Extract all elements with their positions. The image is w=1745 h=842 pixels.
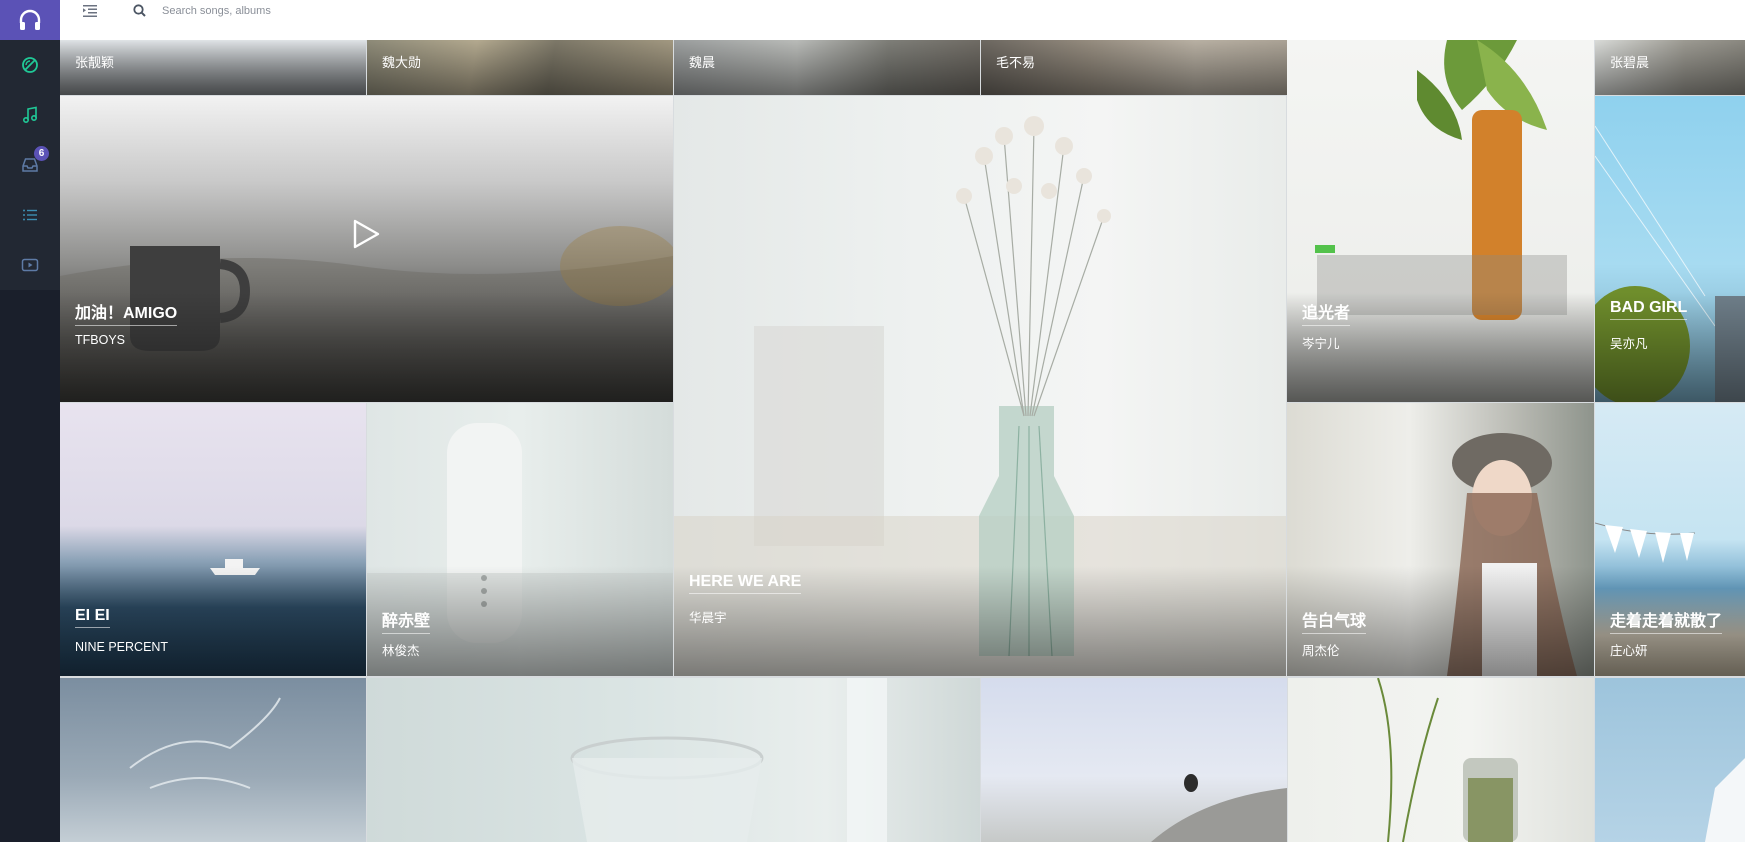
artist-tile[interactable]: 张碧晨 [1595,40,1745,95]
song-title[interactable]: BAD GIRL [1610,299,1688,320]
plant-jar-illustration [1377,678,1518,842]
menu-toggle-button[interactable] [77,0,103,22]
album-tile[interactable] [367,678,980,842]
featured-tile[interactable]: 走着走着就散了 庄心妍 [1595,403,1745,676]
album-grid: 张靓颖 魏大勋 魏晨 毛不易 张碧晨 加油！AMIGO TFBOYS HERE … [60,40,1745,842]
top-bar [60,0,1745,40]
song-title[interactable]: EI EI [75,607,110,628]
album-tile[interactable] [1288,678,1594,842]
glass-illustration [570,678,887,842]
brand-logo[interactable] [0,0,60,40]
seaside-illustration [1151,774,1287,842]
sidebar-item-inbox[interactable] [0,140,60,190]
song-artist[interactable]: TFBOYS [75,333,125,347]
sidebar: 6 [0,0,60,842]
sidebar-item-music[interactable] [0,90,60,140]
sidebar-item-discover[interactable] [0,40,60,90]
featured-tile[interactable]: 追光者 岑宁儿 [1287,40,1594,402]
song-title[interactable]: HERE WE ARE [689,573,802,594]
artist-label: 毛不易 [996,55,1036,70]
song-title[interactable]: 醉赤壁 [382,607,431,634]
sidebar-nav: 6 [0,40,60,290]
artist-label: 魏大勋 [382,55,422,70]
headphones-icon [19,9,41,30]
featured-tile[interactable]: EI EI NINE PERCENT [60,403,366,676]
tile-shade [674,40,980,95]
featured-tile[interactable]: 醉赤壁 林俊杰 [367,403,673,676]
music-note-icon [22,106,38,124]
artist-tile[interactable]: 张靓颖 [60,40,366,95]
artist-tile[interactable]: 魏大勋 [367,40,673,95]
sidebar-item-video[interactable] [0,240,60,290]
song-artist[interactable]: 庄心妍 [1610,640,1648,659]
song-artist[interactable]: 华晨宇 [689,607,727,626]
artist-tile[interactable]: 毛不易 [981,40,1287,95]
discover-icon [22,57,38,73]
play-icon[interactable] [352,218,382,250]
song-artist[interactable]: 岑宁儿 [1302,333,1340,352]
song-artist[interactable]: 吴亦凡 [1610,333,1648,352]
song-artist[interactable]: NINE PERCENT [75,640,168,654]
song-title[interactable]: 加油！AMIGO [75,299,178,326]
search-icon[interactable] [132,3,148,19]
search-input[interactable] [162,2,332,20]
calligraphy-illustration [129,697,281,789]
list-icon [23,209,37,221]
featured-tile[interactable]: HERE WE ARE 华晨宇 [674,96,1286,676]
song-artist[interactable]: 林俊杰 [382,640,420,659]
white-shape-illustration [1705,758,1745,842]
artist-label: 张碧晨 [1610,55,1650,70]
indent-menu-icon [83,5,97,17]
artist-label: 张靓颖 [75,55,115,70]
artist-tile[interactable]: 魏晨 [674,40,980,95]
featured-tile[interactable]: BAD GIRL 吴亦凡 [1595,96,1745,402]
album-tile[interactable] [1595,678,1745,842]
artist-label: 魏晨 [689,55,716,70]
album-tile[interactable] [981,678,1287,842]
inbox-badge: 6 [34,146,49,161]
video-icon [21,258,39,272]
sidebar-item-list[interactable] [0,190,60,240]
song-artist[interactable]: 周杰伦 [1302,640,1340,659]
featured-tile[interactable]: 加油！AMIGO TFBOYS [60,96,673,402]
album-tile[interactable] [60,678,366,842]
song-title[interactable]: 走着走着就散了 [1610,607,1723,634]
featured-tile[interactable]: 告白气球 周杰伦 [1287,403,1594,676]
song-title[interactable]: 追光者 [1302,299,1351,326]
song-title[interactable]: 告白气球 [1302,607,1367,634]
